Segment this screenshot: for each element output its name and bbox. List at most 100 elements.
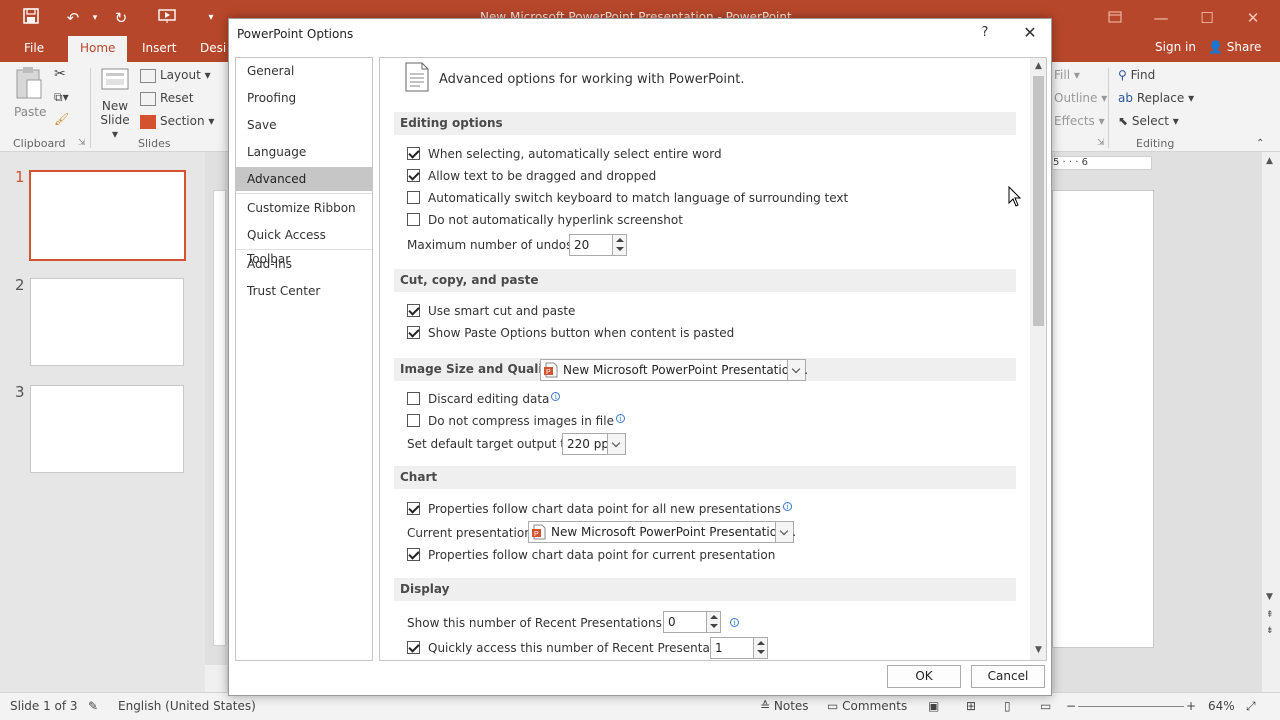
ribbon-display-icon[interactable] bbox=[1100, 8, 1130, 28]
reading-view-icon[interactable]: ▯ bbox=[1004, 699, 1011, 713]
zoom-out-icon[interactable]: − bbox=[1066, 699, 1076, 713]
cut-icon[interactable]: ✂ bbox=[54, 66, 66, 82]
options-scrollbar[interactable]: ▲ ▼ bbox=[1030, 58, 1046, 660]
nav-item-save[interactable]: Save bbox=[236, 113, 372, 137]
fit-to-window-icon[interactable]: ⤢ bbox=[1246, 699, 1256, 714]
no-hyperlink-screenshot-option[interactable]: Do not automatically hyperlink screensho… bbox=[407, 213, 683, 231]
checkbox-checked[interactable] bbox=[407, 641, 420, 654]
save-icon[interactable] bbox=[20, 8, 42, 28]
slideshow-icon[interactable] bbox=[156, 8, 178, 28]
language-status[interactable]: English (United States) bbox=[118, 699, 256, 713]
chevron-down-icon[interactable] bbox=[775, 522, 793, 542]
slide-sorter-icon[interactable]: ⊞ bbox=[966, 699, 976, 713]
stepper-arrows[interactable] bbox=[706, 612, 720, 632]
select-entire-word-option[interactable]: When selecting, automatically select ent… bbox=[407, 147, 722, 165]
slide-thumbnail[interactable] bbox=[29, 170, 186, 261]
scroll-down-icon[interactable]: ▼ bbox=[1034, 646, 1043, 655]
tab-insert[interactable]: Insert bbox=[130, 36, 188, 62]
checkbox-unchecked[interactable] bbox=[407, 392, 420, 405]
close-icon[interactable]: ✕ bbox=[1019, 23, 1041, 45]
chart-follow-new-option[interactable]: Properties follow chart data point for a… bbox=[407, 502, 792, 520]
find-button[interactable]: ⚲ Find bbox=[1118, 68, 1155, 82]
info-icon[interactable]: i bbox=[782, 502, 792, 511]
nav-item-general[interactable]: General bbox=[236, 59, 372, 83]
nav-item-trust-center[interactable]: Trust Center bbox=[236, 279, 372, 303]
slide-thumbnail[interactable] bbox=[30, 278, 184, 366]
checkbox-checked[interactable] bbox=[407, 147, 420, 160]
maximize-icon[interactable]: ☐ bbox=[1192, 8, 1222, 28]
no-compress-images-option[interactable]: Do not compress images in file i bbox=[407, 414, 625, 432]
zoom-slider[interactable] bbox=[1078, 706, 1184, 707]
tab-home[interactable]: Home bbox=[68, 36, 128, 62]
customize-qat-icon[interactable]: ▾ bbox=[200, 8, 222, 28]
checkbox-unchecked[interactable] bbox=[407, 213, 420, 226]
stepper-arrows[interactable] bbox=[612, 235, 626, 255]
image-quality-presentation-dropdown[interactable]: P New Microsoft PowerPoint Presentation.… bbox=[540, 359, 808, 381]
undo-dropdown-icon[interactable]: ▾ bbox=[84, 8, 106, 28]
normal-view-icon[interactable]: ▣ bbox=[928, 699, 939, 713]
select-button[interactable]: ⬉ Select ▾ bbox=[1118, 114, 1179, 128]
discard-editing-data-option[interactable]: Discard editing data i bbox=[407, 392, 561, 410]
nav-item-customize-ribbon[interactable]: Customize Ribbon bbox=[236, 196, 372, 220]
undo-icon[interactable]: ↶ bbox=[62, 8, 84, 28]
checkbox-checked[interactable] bbox=[407, 502, 420, 515]
nav-item-quick-access-toolbar[interactable]: Quick Access Toolbar bbox=[236, 223, 372, 266]
new-slide-button[interactable]: New Slide ▾ bbox=[98, 66, 132, 141]
zoom-level[interactable]: 64% bbox=[1208, 699, 1235, 713]
chart-follow-current-option[interactable]: Properties follow chart data point for c… bbox=[407, 548, 775, 566]
checkbox-unchecked[interactable] bbox=[407, 414, 420, 427]
scroll-up-icon[interactable]: ▲ bbox=[1266, 156, 1273, 166]
next-slide-icon[interactable]: ⇟ bbox=[1266, 626, 1274, 636]
help-icon[interactable]: ? bbox=[977, 25, 993, 43]
smart-cut-paste-option[interactable]: Use smart cut and paste bbox=[407, 304, 575, 322]
close-window-icon[interactable]: ✕ bbox=[1238, 8, 1268, 28]
format-painter-icon[interactable]: 🖌 bbox=[54, 112, 69, 126]
info-icon[interactable]: i bbox=[615, 414, 625, 423]
slide-thumbnail[interactable] bbox=[30, 385, 184, 473]
slide-canvas[interactable] bbox=[1052, 190, 1154, 648]
auto-switch-keyboard-option[interactable]: Automatically switch keyboard to match l… bbox=[407, 191, 848, 209]
minimize-icon[interactable]: — bbox=[1146, 8, 1176, 28]
comments-button[interactable]: ▭ Comments bbox=[827, 699, 907, 713]
section-button[interactable]: Section ▾ bbox=[140, 114, 214, 129]
checkbox-checked[interactable] bbox=[407, 548, 420, 561]
drag-drop-text-option[interactable]: Allow text to be dragged and dropped bbox=[407, 169, 656, 187]
scroll-up-icon[interactable]: ▲ bbox=[1034, 62, 1043, 71]
cancel-button[interactable]: Cancel bbox=[971, 665, 1045, 688]
redo-icon[interactable]: ↻ bbox=[110, 8, 132, 28]
clipboard-launcher-icon[interactable]: ⇲ bbox=[78, 138, 86, 148]
paste-options-button-option[interactable]: Show Paste Options button when content i… bbox=[407, 326, 734, 344]
max-undos-stepper[interactable]: 20 bbox=[569, 234, 627, 256]
zoom-in-icon[interactable]: + bbox=[1186, 699, 1196, 713]
scroll-down-icon[interactable]: ▼ bbox=[1266, 592, 1273, 602]
sign-in-link[interactable]: Sign in bbox=[1155, 40, 1196, 54]
quick-access-recent-option[interactable]: Quickly access this number of Recent Pre… bbox=[407, 641, 743, 659]
recent-presentations-stepper[interactable]: 0 bbox=[663, 611, 721, 633]
shape-fill-button[interactable]: Fill ▾ bbox=[1054, 68, 1080, 82]
collapse-ribbon-icon[interactable]: ⌃ bbox=[1256, 138, 1264, 149]
ok-button[interactable]: OK bbox=[887, 665, 961, 688]
info-icon[interactable]: i bbox=[730, 618, 739, 627]
checkbox-checked[interactable] bbox=[407, 169, 420, 182]
chevron-down-icon[interactable] bbox=[607, 434, 625, 454]
info-icon[interactable]: i bbox=[551, 392, 561, 401]
quick-access-recent-stepper[interactable]: 1 bbox=[710, 637, 768, 659]
current-presentation-dropdown[interactable]: P New Microsoft PowerPoint Presentation.… bbox=[528, 521, 796, 543]
replace-button[interactable]: ab Replace ▾ bbox=[1118, 91, 1194, 105]
share-button[interactable]: 👤 Share bbox=[1208, 40, 1261, 54]
chevron-down-icon[interactable] bbox=[787, 360, 805, 380]
copy-icon[interactable]: ⧉▾ bbox=[54, 90, 69, 105]
slide-scrollbar[interactable]: ▲ ▼ ⇞ ⇟ bbox=[1262, 152, 1280, 692]
shape-outline-button[interactable]: Outline ▾ bbox=[1054, 91, 1107, 105]
notes-button[interactable]: ≙ Notes bbox=[760, 699, 809, 713]
reset-button[interactable]: Reset bbox=[140, 91, 194, 106]
nav-item-add-ins[interactable]: Add-Ins bbox=[236, 252, 372, 276]
tab-file[interactable]: File bbox=[12, 36, 56, 62]
target-output-dropdown[interactable]: 220 ppi bbox=[562, 433, 626, 455]
stepper-arrows[interactable] bbox=[753, 638, 767, 658]
checkbox-checked[interactable] bbox=[407, 326, 420, 339]
slideshow-view-icon[interactable]: ▭ bbox=[1040, 699, 1051, 713]
nav-item-language[interactable]: Language bbox=[236, 140, 372, 164]
drawing-launcher-icon[interactable]: ⇲ bbox=[1097, 138, 1105, 148]
previous-slide-icon[interactable]: ⇞ bbox=[1266, 610, 1274, 620]
